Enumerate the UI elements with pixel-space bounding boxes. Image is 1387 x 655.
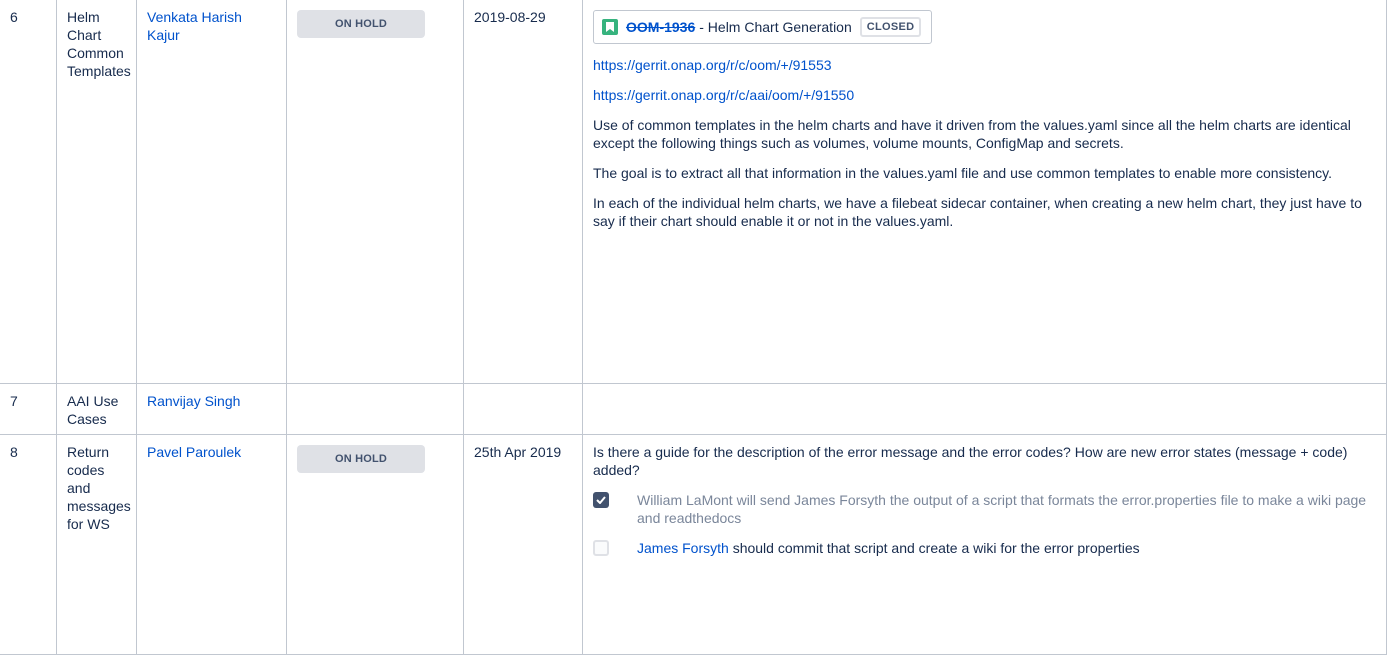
notes-paragraph: In each of the individual helm charts, w… [593,195,1362,229]
owner-link[interactable]: Venkata Harish Kajur [147,9,242,43]
owner-cell: Venkata Harish Kajur [136,0,287,384]
table-row: 6 Helm Chart Common Templates Venkata Ha… [0,0,1387,384]
notes-cell: Is there a guide for the description of … [582,434,1387,655]
task-list: William LaMont will send James Forsyth t… [593,491,1376,557]
notes-cell: OOM-1936 - Helm Chart Generation CLOSED … [582,0,1387,384]
notes-paragraph: The goal is to extract all that informat… [593,165,1332,181]
task-checkbox-checked[interactable] [593,492,609,508]
owner-cell: Ranvijay Singh [136,383,287,435]
check-icon [596,496,606,504]
gerrit-link[interactable]: https://gerrit.onap.org/r/c/oom/+/91553 [593,57,832,73]
owner-link[interactable]: Ranvijay Singh [147,393,240,409]
user-mention[interactable]: James Forsyth [637,540,729,556]
task-text: should commit that script and create a w… [728,540,1140,556]
notes-cell [582,383,1387,435]
topic-cell: Return codes and messages for WS [56,434,137,655]
status-lozenge: ON HOLD [297,10,425,38]
bookmark-icon [602,19,618,35]
task-checkbox-unchecked[interactable] [593,540,609,556]
date-cell: 2019-08-29 [463,0,583,384]
notes-paragraph: Use of common templates in the helm char… [593,117,1351,151]
task-item: James Forsyth should commit that script … [593,539,1376,557]
status-lozenge: ON HOLD [297,445,425,473]
owner-cell: Pavel Paroulek [136,434,287,655]
task-item: William LaMont will send James Forsyth t… [593,491,1376,527]
jira-issue-key[interactable]: OOM-1936 [626,18,695,36]
table-row: 8 Return codes and messages for WS Pavel… [0,434,1387,655]
status-cell: ON HOLD [286,0,464,384]
topic-cell: AAI Use Cases [56,383,137,435]
status-cell: ON HOLD [286,434,464,655]
row-number: 6 [0,0,57,384]
topic-cell: Helm Chart Common Templates [56,0,137,384]
meeting-table: 6 Helm Chart Common Templates Venkata Ha… [0,0,1387,655]
row-number: 8 [0,434,57,655]
owner-link[interactable]: Pavel Paroulek [147,444,241,460]
jira-issue-card[interactable]: OOM-1936 - Helm Chart Generation CLOSED [593,10,933,44]
jira-issue-summary: - Helm Chart Generation [699,19,852,35]
notes-question: Is there a guide for the description of … [593,444,1348,478]
task-text: William LaMont will send James Forsyth t… [637,492,1367,526]
row-number: 7 [0,383,57,435]
status-cell [286,383,464,435]
jira-status-badge: CLOSED [859,17,922,37]
date-cell [463,383,583,435]
date-cell: 25th Apr 2019 [463,434,583,655]
table-row: 7 AAI Use Cases Ranvijay Singh [0,383,1387,435]
gerrit-link[interactable]: https://gerrit.onap.org/r/c/aai/oom/+/91… [593,87,854,103]
